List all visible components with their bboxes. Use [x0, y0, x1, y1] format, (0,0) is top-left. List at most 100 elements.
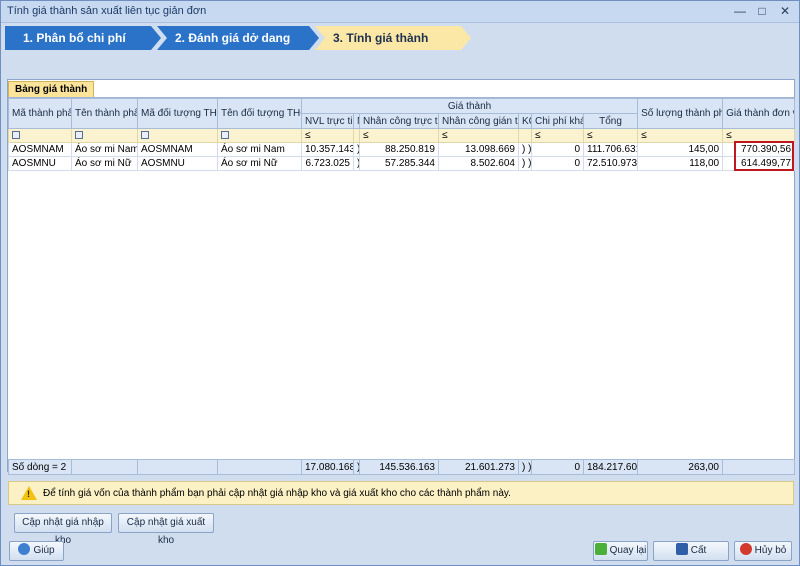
cell-unit-cost: 770.390,56 [722, 142, 796, 157]
save-label: Cất [690, 545, 707, 556]
filter-cell[interactable] [217, 128, 302, 143]
sum-total: 184.217.604 [583, 459, 638, 475]
cell-n: ) [353, 142, 360, 157]
cell-other-cost: 0 [531, 142, 584, 157]
filter-cell[interactable]: ≤ [359, 128, 439, 143]
filter-cell[interactable]: ≤ [722, 128, 796, 143]
step-label: 1. Phân bổ chi phí chung [23, 31, 126, 69]
cell-direct-labor: 88.250.819 [359, 142, 439, 157]
col-object-code[interactable]: Mã đối tượng THCP [137, 98, 218, 129]
cell-n: ) [353, 156, 360, 171]
cell-product-code: AOSMNAM [8, 142, 72, 157]
help-icon [18, 543, 31, 555]
step-label: 3. Tính giá thành [333, 31, 429, 45]
cell-product-name: Áo sơ mi Nam [71, 142, 138, 157]
col-group-cost: Giá thành [300, 98, 639, 114]
help-button[interactable]: Giúp [9, 541, 64, 561]
cell-indirect-labor: 8.502.604 [438, 156, 519, 171]
cell-unit-cost: 614.499,77 [722, 156, 796, 171]
cell-other-cost: 0 [531, 156, 584, 171]
cell-total: 111.706.631 [582, 142, 639, 157]
col-total[interactable]: Tổng [582, 113, 639, 129]
col-n[interactable]: N [353, 113, 360, 129]
filter-cell[interactable] [518, 128, 532, 143]
col-indirect-labor[interactable]: Nhân công gián tiếp [438, 113, 519, 129]
sum-other-cost: 0 [531, 459, 584, 475]
col-material[interactable]: NVL trực tiếp [301, 113, 354, 129]
cell-total: 72.510.973 [582, 156, 639, 171]
filter-cell[interactable] [71, 128, 138, 143]
window-title: Tính giá thành sản xuất liên tục giản đơ… [7, 5, 207, 17]
cell-direct-labor: 57.285.344 [359, 156, 439, 171]
col-object-name[interactable]: Tên đối tượng THCP [217, 98, 302, 129]
filter-row: ≤ ≤ ≤ ≤ ≤ ≤ ≤ [8, 128, 796, 143]
info-text: Để tính giá vốn của thành phẩm bạn phải … [43, 488, 511, 499]
filter-icon[interactable] [12, 131, 20, 140]
back-arrow-icon [594, 543, 607, 555]
cell-object-code: AOSMNAM [137, 142, 218, 157]
help-label: Giúp [33, 545, 55, 556]
maximize-icon[interactable]: □ [751, 3, 773, 20]
sum-indirect-labor: 21.601.273 [438, 459, 519, 475]
sum-material: 17.080.168 [301, 459, 354, 475]
tab-cost-table[interactable]: Bảng giá thành [8, 81, 95, 97]
filter-cell[interactable] [8, 128, 72, 143]
cell-product-name: Áo sơ mi Nữ [71, 156, 138, 171]
filter-icon[interactable] [141, 131, 149, 140]
main-window: Tính giá thành sản xuất liên tục giản đơ… [0, 0, 800, 566]
close-icon[interactable]: ✕ [774, 3, 796, 20]
cell-product-code: AOSMNU [8, 156, 72, 171]
cell-kc: ) ) [518, 156, 532, 171]
minimize-icon[interactable]: — [729, 3, 751, 20]
table-row[interactable]: AOSMNAM Áo sơ mi Nam AOSMNAM Áo sơ mi Na… [8, 142, 796, 157]
cell-kc: ) ) [518, 142, 532, 157]
filter-cell[interactable]: ≤ [301, 128, 354, 143]
save-button[interactable]: Cất [653, 541, 729, 561]
filter-cell[interactable] [137, 128, 218, 143]
filter-cell[interactable]: ≤ [637, 128, 724, 143]
wizard-steps: 1. Phân bổ chi phí chung 2. Đánh giá dở … [5, 26, 475, 50]
cell-quantity: 118,00 [637, 156, 724, 171]
sum-direct-labor: 145.536.163 [359, 459, 439, 475]
sum-kc: ) ) [518, 459, 532, 475]
col-unit-cost[interactable]: Giá thành đơn vị [722, 98, 796, 129]
col-kc[interactable]: KC [518, 113, 532, 129]
filter-icon[interactable] [75, 131, 83, 140]
back-button[interactable]: Quay lại [593, 541, 648, 561]
filter-icon[interactable] [221, 131, 229, 140]
update-in-price-button[interactable]: Cập nhật giá nhập kho [14, 513, 112, 546]
filter-cell[interactable]: ≤ [438, 128, 519, 143]
table-row[interactable]: AOSMNU Áo sơ mi Nữ AOSMNU Áo sơ mi Nữ 6.… [8, 156, 796, 171]
step-allocate-overhead[interactable]: 1. Phân bổ chi phí chung [5, 26, 161, 50]
step-label: 2. Đánh giá dở dang [175, 31, 291, 45]
cell-object-name: Áo sơ mi Nữ [217, 156, 302, 171]
col-other-cost[interactable]: Chi phí khác [531, 113, 584, 129]
filter-cell[interactable]: ≤ [582, 128, 639, 143]
cell-quantity: 145,00 [637, 142, 724, 157]
cell-material: 10.357.143 [301, 142, 354, 157]
sum-n: ) [353, 459, 360, 475]
back-label: Quay lại [609, 545, 647, 556]
cell-object-name: Áo sơ mi Nam [217, 142, 302, 157]
summary-row: Số dòng = 2 17.080.168 ) 145.536.163 21.… [8, 459, 795, 475]
cell-material: 6.723.025 [301, 156, 354, 171]
cost-table: Mã thành phẩm Tên thành phẩm Mã đối tượn… [8, 98, 796, 171]
warning-mark: ! [27, 489, 30, 499]
floppy-icon [675, 543, 688, 555]
cost-grid: Mã thành phẩm Tên thành phẩm Mã đối tượn… [8, 97, 796, 470]
col-product-code[interactable]: Mã thành phẩm [8, 98, 72, 129]
cell-indirect-labor: 13.098.669 [438, 142, 519, 157]
step-calculate-cost[interactable]: 3. Tính giá thành [315, 26, 471, 50]
sum-quantity: 263,00 [637, 459, 723, 475]
cancel-button[interactable]: Hủy bỏ [734, 541, 792, 561]
cancel-icon [739, 543, 752, 555]
info-bar: ! Để tính giá vốn của thành phẩm bạn phả… [8, 481, 794, 505]
update-out-price-button[interactable]: Cập nhật giá xuất kho [118, 513, 214, 546]
col-product-name[interactable]: Tên thành phẩm [71, 98, 138, 129]
row-count: Số dòng = 2 [8, 459, 72, 475]
cell-object-code: AOSMNU [137, 156, 218, 171]
col-quantity[interactable]: Số lượng thành phẩm [637, 98, 724, 129]
filter-cell[interactable]: ≤ [531, 128, 584, 143]
col-direct-labor[interactable]: Nhân công trực tiếp [359, 113, 439, 129]
step-evaluate-wip[interactable]: 2. Đánh giá dở dang [157, 26, 319, 50]
